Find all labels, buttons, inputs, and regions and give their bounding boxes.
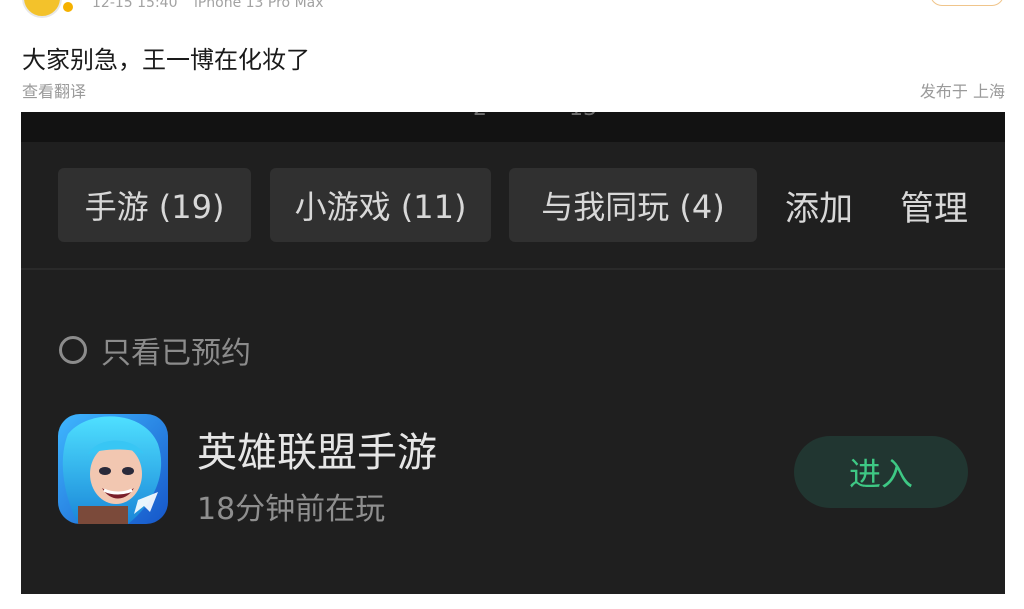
tab-play-with-me[interactable]: 与我同玩 (4) [509,168,757,242]
follow-button[interactable] [930,0,1004,6]
tab-mini-games[interactable]: 小游戏 (11) [270,168,491,242]
post-meta: 12-15 15:40 iPhone 13 Pro Max [92,0,324,11]
status-glyph-left: 2 [473,112,487,121]
reserved-only-toggle[interactable]: 只看已预约 [59,328,251,372]
tab-label: 手游 (19) [84,188,225,226]
manage-button[interactable]: 管理 [900,168,968,242]
post-timestamp: 12-15 15:40 [92,0,178,11]
tab-mobile-games[interactable]: 手游 (19) [58,168,251,242]
status-glyph-right: 13 [569,112,597,121]
radio-icon[interactable] [59,336,87,364]
game-tabs: 手游 (19) 小游戏 (11) 与我同玩 (4) 添加 管理 [21,168,1005,242]
game-character-icon [58,414,168,524]
post-device: iPhone 13 Pro Max [193,0,324,11]
user-avatar[interactable] [22,0,62,18]
game-name: 英雄联盟手游 [197,430,437,476]
translate-link[interactable]: 查看翻译 [22,78,86,102]
add-button[interactable]: 添加 [785,168,853,242]
verified-badge-icon [61,0,75,14]
embedded-screenshot[interactable]: 2 13 手游 (19) 小游戏 (11) 与我同玩 (4) 添加 管理 只看已… [21,112,1005,594]
screenshot-status-strip: 2 13 [21,112,1005,142]
divider [21,268,1005,270]
tab-label: 与我同玩 (4) [541,188,725,226]
post-text: 大家别急，王一博在化妆了 [22,46,310,74]
page-bottom-margin [0,594,1024,609]
weibo-post: 12-15 15:40 iPhone 13 Pro Max 大家别急，王一博在化… [0,0,1024,609]
enter-game-button[interactable]: 进入 [794,436,968,508]
post-location: 发布于 上海 [919,82,1005,101]
game-status: 18分钟前在玩 [197,492,386,527]
game-app-icon[interactable] [58,414,168,524]
tab-label: 小游戏 (11) [294,188,467,226]
filter-label: 只看已预约 [101,336,251,371]
enter-label: 进入 [848,455,913,493]
